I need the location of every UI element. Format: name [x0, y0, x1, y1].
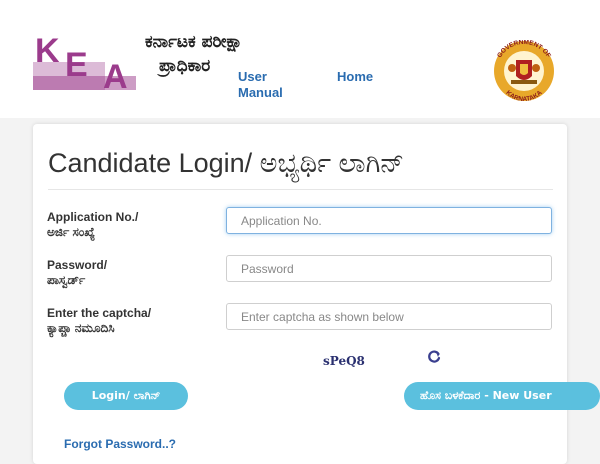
logo-letter-e: E	[65, 46, 88, 84]
captcha-image-text: sPeQ8	[323, 354, 365, 368]
new-user-button[interactable]: ಹೊಸ ಬಳಕೆದಾರ - New User	[404, 382, 600, 410]
page-title: Candidate Login/ ಅಭ್ಯರ್ಥಿ ಲಾಗಿನ್	[48, 148, 405, 178]
application-no-input[interactable]	[226, 207, 552, 234]
login-card: Candidate Login/ ಅಭ್ಯರ್ಥಿ ಲಾಗಿನ್ Applica…	[33, 124, 600, 464]
forgot-password-link[interactable]: Forgot Password..?	[64, 437, 176, 451]
password-input[interactable]	[226, 255, 552, 282]
password-label: Password/ ಪಾಸ್ವರ್ಡ್	[47, 258, 227, 288]
captcha-label-kn: ಕ್ಯಾಪ್ಚಾ ನಮೂದಿಸಿ	[47, 321, 115, 335]
application-no-label-en: Application No./	[47, 210, 139, 224]
captcha-label: Enter the captcha/ ಕ್ಯಾಪ್ಚಾ ನಮೂದಿಸಿ	[47, 306, 227, 336]
logo-letter-a: A	[103, 58, 128, 90]
login-button[interactable]: Login/ ಲಾಗಿನ್	[64, 382, 188, 410]
password-label-en: Password/	[47, 258, 108, 272]
home-link[interactable]: Home	[337, 69, 373, 85]
application-no-label-kn: ಅರ್ಜಿ ಸಂಖ್ಯೆ	[47, 225, 96, 239]
title-divider	[48, 189, 553, 190]
captcha-input[interactable]	[226, 303, 552, 330]
page-header: K E A ಕರ್ನಾಟಕ ಪರೀಕ್ಷಾ ಪ್ರಾಧಿಕಾರ User Man…	[0, 0, 600, 118]
user-manual-link[interactable]: User Manual	[238, 69, 298, 101]
kea-logo: K E A	[33, 32, 136, 90]
refresh-icon[interactable]	[426, 349, 442, 365]
org-name-line1: ಕರ್ನಾಟಕ ಪರೀಕ್ಷಾ	[145, 32, 243, 52]
password-label-kn: ಪಾಸ್ವರ್ಡ್	[47, 273, 86, 287]
captcha-label-en: Enter the captcha/	[47, 306, 152, 320]
karnataka-emblem-icon: GOVERNMENT OF KARNATAKA	[483, 39, 565, 103]
logo-letter-k: K	[35, 32, 60, 70]
application-no-label: Application No./ ಅರ್ಜಿ ಸಂಖ್ಯೆ	[47, 210, 227, 240]
